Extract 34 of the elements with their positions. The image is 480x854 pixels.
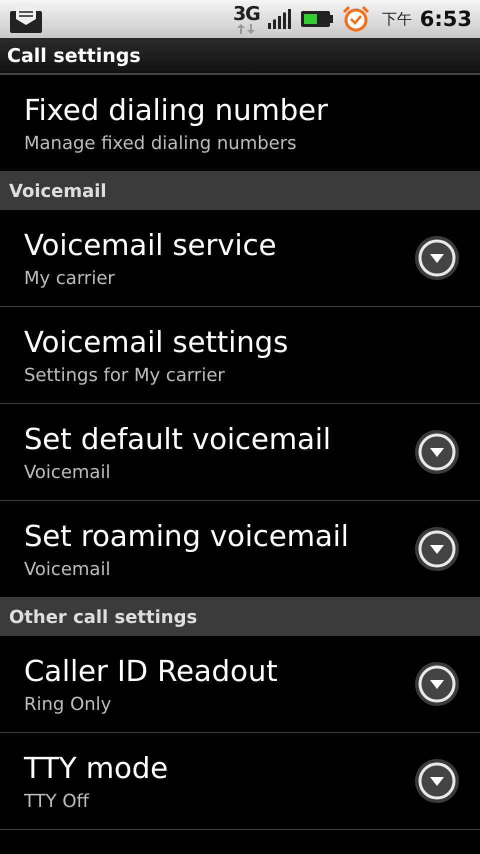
item-title: Set roaming voicemail bbox=[24, 518, 350, 552]
section-title: Voicemail bbox=[9, 180, 107, 202]
time-period: 下午 bbox=[382, 10, 412, 28]
item-summary: TTY Off bbox=[24, 790, 90, 812]
item-title: Fixed dialing number bbox=[24, 92, 329, 126]
item-title: Voicemail service bbox=[24, 228, 278, 262]
dropdown-icon bbox=[414, 429, 460, 475]
settings-item[interactable]: Set default voicemail Voicemail bbox=[0, 404, 480, 501]
battery-icon bbox=[300, 10, 334, 28]
item-summary: Settings for My carrier bbox=[24, 364, 226, 386]
settings-item[interactable]: Caller ID Readout Ring Only bbox=[0, 636, 480, 733]
item-summary: Ring Only bbox=[24, 694, 112, 714]
settings-item[interactable]: Voicemail settings Settings for My carrier bbox=[0, 307, 480, 404]
alarm-clock-icon bbox=[342, 5, 370, 33]
data-arrows-icon bbox=[236, 24, 256, 34]
signal-icon bbox=[268, 9, 292, 29]
item-title: Voicemail settings bbox=[24, 324, 290, 358]
dropdown-icon bbox=[414, 235, 460, 281]
clock-time: 6:53 bbox=[420, 7, 472, 31]
settings-item[interactable]: Voicemail service My carrier bbox=[0, 210, 480, 307]
settings-item[interactable]: TTY mode TTY Off bbox=[0, 733, 480, 830]
item-title: Caller ID Readout bbox=[24, 654, 279, 688]
dropdown-icon bbox=[414, 526, 460, 572]
item-title: Set default voicemail bbox=[24, 422, 332, 456]
item-title: TTY mode bbox=[24, 750, 170, 784]
item-summary: Voicemail bbox=[24, 462, 112, 482]
screen-title: Call settings bbox=[7, 44, 141, 66]
section-title: Other call settings bbox=[9, 606, 198, 628]
network-type: 3G bbox=[232, 4, 260, 24]
dropdown-icon bbox=[414, 661, 460, 707]
item-summary: Voicemail bbox=[24, 558, 112, 580]
item-summary: My carrier bbox=[24, 268, 116, 288]
dropdown-icon bbox=[414, 758, 460, 804]
item-summary: Manage fixed dialing numbers bbox=[24, 132, 298, 154]
